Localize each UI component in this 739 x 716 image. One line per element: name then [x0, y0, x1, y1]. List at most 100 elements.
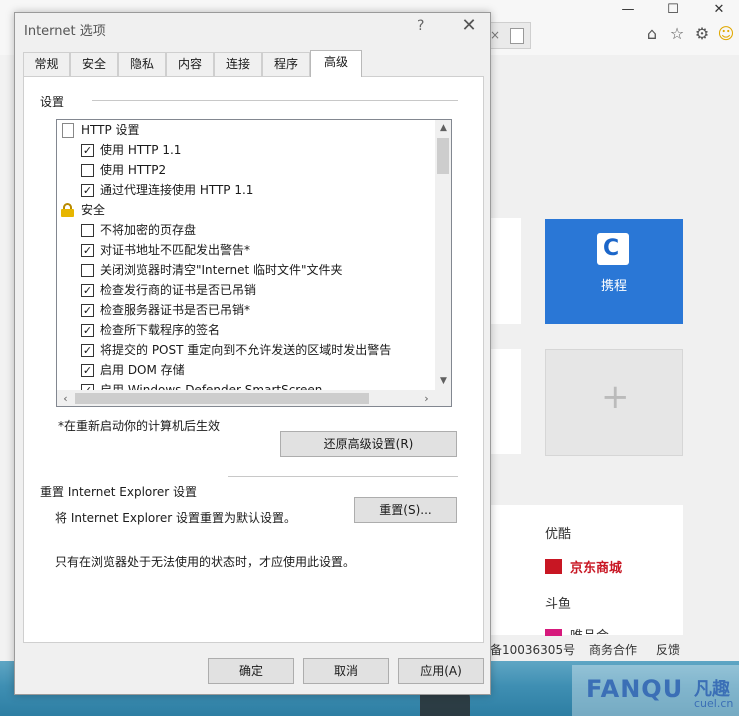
- maximize-icon[interactable]: ☐: [663, 2, 683, 18]
- tree-group-row: HTTP 设置: [57, 120, 432, 140]
- checkbox-unchecked[interactable]: [81, 224, 94, 237]
- business-link[interactable]: 商务合作: [589, 641, 637, 658]
- frequent-links: 优酷 京东商城 斗鱼 唯品会: [490, 505, 683, 637]
- link-youku[interactable]: 优酷: [545, 523, 571, 542]
- dialog-close-button[interactable]: ✕: [459, 15, 479, 36]
- ctrip-logo-icon: C: [597, 233, 629, 265]
- tab-strip: 常规 安全 隐私 内容 连接 程序 高级: [23, 50, 483, 77]
- ok-button[interactable]: 确定: [208, 658, 294, 684]
- restart-note: *在重新启动你的计算机后生效: [58, 419, 221, 433]
- tree-option-row[interactable]: 关闭浏览器时清空"Internet 临时文件"文件夹: [57, 260, 432, 280]
- tree-option-row[interactable]: ✓ 启用 DOM 存储: [57, 360, 432, 380]
- tab-general[interactable]: 常规: [23, 52, 70, 76]
- tree-option-row[interactable]: ✓ 通过代理连接使用 HTTP 1.1: [57, 180, 432, 200]
- feedback-link[interactable]: 反馈: [656, 641, 680, 658]
- tree-option-label: 对证书地址不匹配发出警告*: [100, 243, 251, 257]
- tab-privacy[interactable]: 隐私: [118, 52, 166, 76]
- tab-content[interactable]: 内容: [166, 52, 214, 76]
- tab-close-icon[interactable]: ×: [490, 28, 500, 42]
- tree-option-label: 检查发行商的证书是否已吊销: [100, 283, 257, 297]
- site-tile[interactable]: [490, 218, 521, 324]
- home-icon[interactable]: ⌂: [642, 24, 662, 44]
- tree-group-label: 安全: [81, 203, 106, 217]
- help-button[interactable]: ?: [417, 18, 424, 34]
- scroll-thumb[interactable]: [437, 138, 449, 174]
- page-icon: [510, 28, 524, 44]
- checkbox-checked[interactable]: ✓: [81, 364, 94, 377]
- scroll-left-icon[interactable]: ‹: [57, 390, 74, 406]
- internet-options-dialog: Internet 选项 ? ✕ 常规 安全 隐私 内容 连接 程序 高级 设置 …: [14, 12, 491, 695]
- checkbox-checked[interactable]: ✓: [81, 344, 94, 357]
- site-tile-ctrip[interactable]: C 携程: [545, 219, 683, 324]
- star-icon[interactable]: ☆: [667, 24, 687, 44]
- apply-button[interactable]: 应用(A): [398, 658, 484, 684]
- close-window-icon[interactable]: ✕: [709, 2, 729, 18]
- add-tile-button[interactable]: +: [545, 349, 683, 456]
- reset-note: 只有在浏览器处于无法使用的状态时，才应使用此设置。: [55, 555, 356, 569]
- tree-group-row: 安全: [57, 200, 432, 220]
- cancel-button[interactable]: 取消: [303, 658, 389, 684]
- tab-programs[interactable]: 程序: [262, 52, 310, 76]
- tree-option-row[interactable]: ✓ 使用 HTTP 1.1: [57, 140, 432, 160]
- tree-option-row[interactable]: 不将加密的页存盘: [57, 220, 432, 240]
- link-vip[interactable]: 唯品会: [570, 625, 609, 635]
- advanced-tab-panel: 设置 HTTP 设置 ✓ 使用 HTTP 1.1 使用 HTTP2 ✓ 通过代理连接使用 …: [23, 76, 484, 643]
- tree-option-label: 检查服务器证书是否已吊销*: [100, 303, 251, 317]
- checkbox-checked[interactable]: ✓: [81, 284, 94, 297]
- settings-tree[interactable]: HTTP 设置 ✓ 使用 HTTP 1.1 使用 HTTP2 ✓ 通过代理连接使用 HTT…: [56, 119, 452, 407]
- tree-option-row[interactable]: ✓ 将提交的 POST 重定向到不允许发送的区域时发出警告: [57, 340, 432, 360]
- tile-label: 携程: [600, 279, 627, 294]
- dialog-title: Internet 选项: [24, 24, 106, 39]
- tree-option-row[interactable]: ✓ 检查所下载程序的签名: [57, 320, 432, 340]
- scroll-up-icon[interactable]: ▲: [435, 120, 451, 137]
- settings-divider: [92, 100, 458, 101]
- reset-divider: [228, 476, 458, 477]
- browser-tab[interactable]: ×: [489, 22, 531, 49]
- scroll-down-icon[interactable]: ▼: [435, 373, 451, 390]
- tab-security[interactable]: 安全: [70, 52, 118, 76]
- tree-option-label: 使用 HTTP2: [100, 163, 167, 177]
- tree-option-row[interactable]: 使用 HTTP2: [57, 160, 432, 180]
- reset-button[interactable]: 重置(S)...: [354, 497, 457, 523]
- lock-icon: [61, 203, 74, 217]
- minimize-icon[interactable]: —: [618, 2, 638, 18]
- smiley-icon[interactable]: ☺: [716, 24, 736, 44]
- document-icon: [62, 123, 74, 138]
- checkbox-checked[interactable]: ✓: [81, 144, 94, 157]
- tree-option-row[interactable]: ✓ 检查服务器证书是否已吊销*: [57, 300, 432, 320]
- tree-option-row[interactable]: ✓ 检查发行商的证书是否已吊销: [57, 280, 432, 300]
- jd-logo-icon: [545, 559, 562, 574]
- gear-icon[interactable]: ⚙: [692, 24, 712, 44]
- site-tile[interactable]: [490, 349, 521, 454]
- checkbox-unchecked[interactable]: [81, 264, 94, 277]
- tree-option-label: 关闭浏览器时清空"Internet 临时文件"文件夹: [100, 263, 343, 277]
- page-footer: 备10036305号 商务合作 反馈: [490, 636, 739, 661]
- horizontal-scrollbar[interactable]: ‹ ›: [57, 390, 435, 406]
- reset-header: 重置 Internet Explorer 设置: [40, 485, 198, 499]
- link-jd[interactable]: 京东商城: [570, 557, 622, 576]
- checkbox-unchecked[interactable]: [81, 164, 94, 177]
- tab-connections[interactable]: 连接: [214, 52, 262, 76]
- tree-option-label: 检查所下载程序的签名: [100, 323, 221, 337]
- tree-option-label: 使用 HTTP 1.1: [100, 143, 182, 157]
- tree-option-label: 将提交的 POST 重定向到不允许发送的区域时发出警告: [100, 343, 392, 357]
- tree-option-row[interactable]: ✓ 对证书地址不匹配发出警告*: [57, 240, 432, 260]
- checkbox-checked[interactable]: ✓: [81, 304, 94, 317]
- scroll-right-icon[interactable]: ›: [418, 390, 435, 406]
- checkbox-checked[interactable]: ✓: [81, 244, 94, 257]
- checkbox-checked[interactable]: ✓: [81, 184, 94, 197]
- tab-advanced[interactable]: 高级: [310, 50, 362, 77]
- watermark-domain: cuel.cn: [694, 697, 734, 710]
- reset-description: 将 Internet Explorer 设置重置为默认设置。: [55, 511, 297, 525]
- tree-group-label: HTTP 设置: [81, 123, 140, 137]
- tree-option-label: 启用 DOM 存储: [100, 363, 185, 377]
- tree-option-label: 不将加密的页存盘: [100, 223, 197, 237]
- watermark: FANQU 凡趣 cuel.cn: [572, 665, 739, 716]
- checkbox-checked[interactable]: ✓: [81, 324, 94, 337]
- restore-advanced-button[interactable]: 还原高级设置(R): [280, 431, 457, 457]
- scroll-thumb-horizontal[interactable]: [75, 393, 369, 404]
- scroll-corner: [435, 390, 451, 406]
- plus-icon: +: [601, 377, 630, 417]
- link-douyu[interactable]: 斗鱼: [545, 593, 571, 612]
- vertical-scrollbar[interactable]: ▲ ▼: [435, 120, 451, 390]
